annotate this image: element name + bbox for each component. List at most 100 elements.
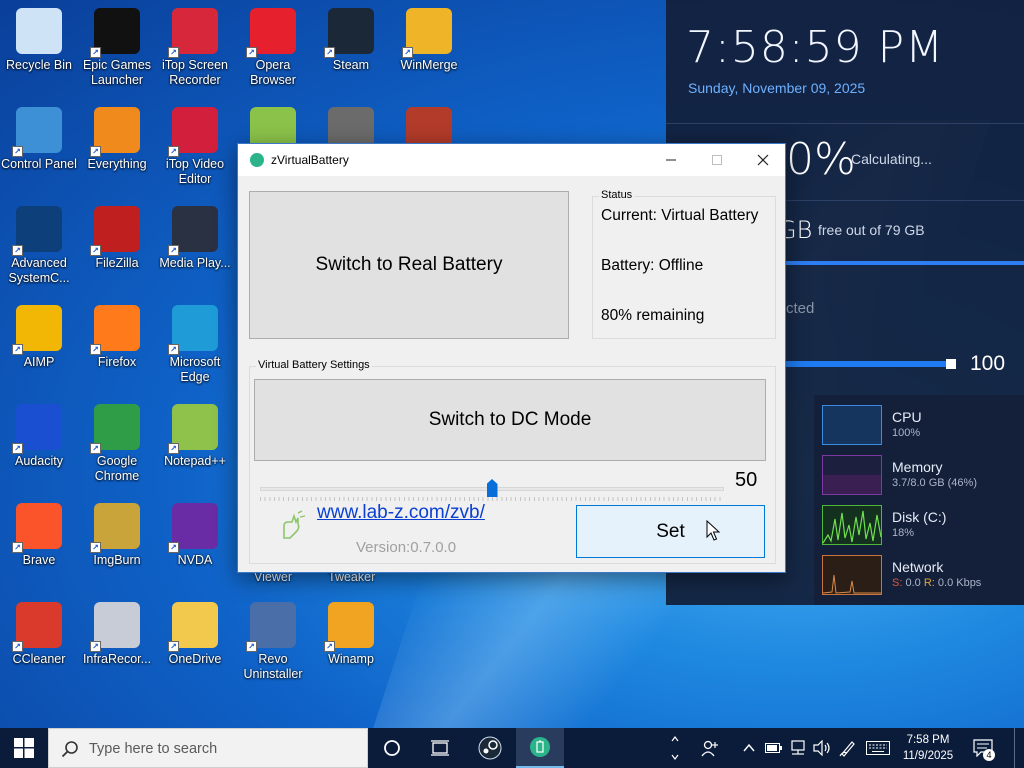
desktop-icon[interactable]: ↗ NVDA (156, 495, 234, 591)
volume-tray-button[interactable] (810, 728, 834, 768)
ccleaner-icon: ↗ (12, 602, 62, 652)
mouse-cursor-icon (706, 520, 720, 541)
battery-tray-icon (765, 743, 782, 753)
desktop-icon[interactable]: ↗ ImgBurn (78, 495, 156, 591)
desktop-icon[interactable]: ↗ Media Play... (156, 198, 234, 294)
desktop-icon-label: Steam (332, 58, 370, 72)
taskbar-scroll-button[interactable] (668, 728, 682, 768)
desktop-icon-label: Firefox (97, 355, 137, 369)
magic-wand-icon (283, 510, 306, 539)
perf-disk[interactable]: Disk (C:) 18% (822, 505, 1022, 549)
network-tray-button[interactable] (786, 728, 810, 768)
widget-volume-track[interactable] (786, 361, 948, 367)
net-recv-label: R: (923, 577, 935, 589)
desktop-icon[interactable]: ↗ Microsoft Edge (156, 297, 234, 393)
desktop-icon-label: InfraRecor... (82, 652, 152, 666)
desktop-icon-label: Everything (87, 157, 147, 171)
task-view-button[interactable] (416, 728, 464, 768)
desktop-icon[interactable]: ↗ Notepad++ (156, 396, 234, 492)
desktop-icon[interactable]: ↗ FileZilla (78, 198, 156, 294)
perf-memory[interactable]: Memory 3.7/8.0 GB (46%) (822, 455, 1022, 499)
battery-tray-button[interactable] (762, 728, 786, 768)
touch-keyboard-button[interactable] (864, 728, 892, 768)
battery-level-slider[interactable] (260, 479, 724, 503)
shortcut-arrow-icon: ↗ (168, 443, 179, 454)
desktop-icon-label: ImgBurn (93, 553, 141, 567)
desktop-icon[interactable]: ↗ WinMerge (390, 0, 468, 96)
desktop-icon[interactable]: ↗ Firefox (78, 297, 156, 393)
desktop-icon[interactable]: ↗ CCleaner (0, 594, 78, 690)
desktop-icon[interactable]: ↗ Everything (78, 99, 156, 195)
maximize-button[interactable] (694, 144, 740, 176)
nvda-icon: ↗ (168, 503, 218, 553)
widget-battery-percent: 0% (786, 134, 856, 185)
performance-panel: CPU 100% Memory 3.7/8.0 GB (46%) Disk (C… (814, 395, 1024, 605)
desktop-icon[interactable]: ↗ Google Chrome (78, 396, 156, 492)
opera-icon: ↗ (246, 8, 296, 58)
desktop-icon[interactable]: ↗ Revo Uninstaller (234, 594, 312, 690)
desktop-icon[interactable]: ↗ iTop Screen Recorder (156, 0, 234, 96)
desktop-icon[interactable]: ↗ Advanced SystemC... (0, 198, 78, 294)
perf-network[interactable]: Network S: 0.0 R: 0.0 Kbps (822, 555, 1022, 599)
shortcut-arrow-icon: ↗ (246, 47, 257, 58)
set-button[interactable]: Set (576, 505, 765, 558)
keyboard-icon (866, 741, 890, 755)
switch-to-real-battery-button[interactable]: Switch to Real Battery (249, 191, 569, 339)
net-send-label: S: (892, 577, 903, 589)
taskbar-clock[interactable]: 7:58 PM 11/9/2025 (895, 732, 961, 764)
revo-uninstaller-icon: ↗ (246, 602, 296, 652)
shortcut-arrow-icon: ↗ (168, 146, 179, 157)
window-titlebar[interactable]: zVirtualBattery (238, 144, 785, 176)
start-button[interactable] (0, 728, 48, 768)
show-hidden-icons-button[interactable] (738, 728, 760, 768)
desktop-icon[interactable]: ↗ Steam (312, 0, 390, 96)
project-website-link[interactable]: www.lab-z.com/zvb/ (317, 502, 485, 524)
shortcut-arrow-icon: ↗ (324, 47, 335, 58)
shortcut-arrow-icon: ↗ (12, 344, 23, 355)
desktop-icon[interactable]: ↗ Winamp (312, 594, 390, 690)
perf-cpu[interactable]: CPU 100% (822, 405, 1022, 449)
widget-network-status: cted (786, 300, 815, 317)
brave-icon: ↗ (12, 503, 62, 553)
desktop-icon[interactable]: ↗ Audacity (0, 396, 78, 492)
taskbar-zvirtualbattery-button[interactable] (516, 728, 564, 768)
desktop-icon[interactable]: ↗ Opera Browser (234, 0, 312, 96)
widget-volume-knob[interactable] (946, 359, 956, 369)
taskbar-steam-button[interactable] (466, 728, 514, 768)
winmerge-icon: ↗ (402, 8, 452, 58)
taskbar-search-box[interactable]: Type here to search (48, 728, 368, 768)
close-button[interactable] (740, 144, 786, 176)
shortcut-arrow-icon: ↗ (12, 641, 23, 652)
shortcut-arrow-icon: ↗ (12, 443, 23, 454)
itop-recorder-icon: ↗ (168, 8, 218, 58)
show-desktop-button[interactable] (1014, 728, 1024, 768)
desktop-icon-label: Google Chrome (94, 454, 140, 483)
desktop-icon[interactable]: ↗ iTop Video Editor (156, 99, 234, 195)
desktop-icon[interactable]: ↗ AIMP (0, 297, 78, 393)
window-title: zVirtualBattery (271, 153, 349, 167)
shortcut-arrow-icon: ↗ (168, 245, 179, 256)
imgburn-icon: ↗ (90, 503, 140, 553)
widget-disk-usage-bar (786, 261, 1024, 265)
desktop-icon[interactable]: Recycle Bin (0, 0, 78, 96)
widget-battery-status: Calculating... (851, 151, 932, 167)
shortcut-arrow-icon: ↗ (246, 641, 257, 652)
notification-count-badge: 4 (983, 749, 995, 761)
pen-tray-button[interactable] (836, 728, 860, 768)
desktop-icon[interactable]: ↗ InfraRecor... (78, 594, 156, 690)
status-current: Current: Virtual Battery (601, 207, 759, 224)
people-button[interactable] (690, 728, 730, 768)
status-group: Status Current: Virtual Battery Battery:… (592, 189, 776, 339)
desktop-icon[interactable]: ↗ Brave (0, 495, 78, 591)
taskbar-time: 7:58 PM (906, 734, 950, 746)
switch-to-dc-mode-button[interactable]: Switch to DC Mode (254, 379, 766, 461)
desktop-icon-label: Notepad++ (164, 454, 226, 468)
cortana-button[interactable] (368, 728, 416, 768)
desktop-icon[interactable]: ↗ Control Panel (0, 99, 78, 195)
edge-icon: ↗ (168, 305, 218, 355)
desktop-icon[interactable]: ↗ Epic Games Launcher (78, 0, 156, 96)
search-placeholder: Type here to search (89, 741, 218, 757)
desktop-icon[interactable]: ↗ OneDrive (156, 594, 234, 690)
minimize-button[interactable] (648, 144, 694, 176)
action-center-button[interactable] (966, 728, 1000, 768)
